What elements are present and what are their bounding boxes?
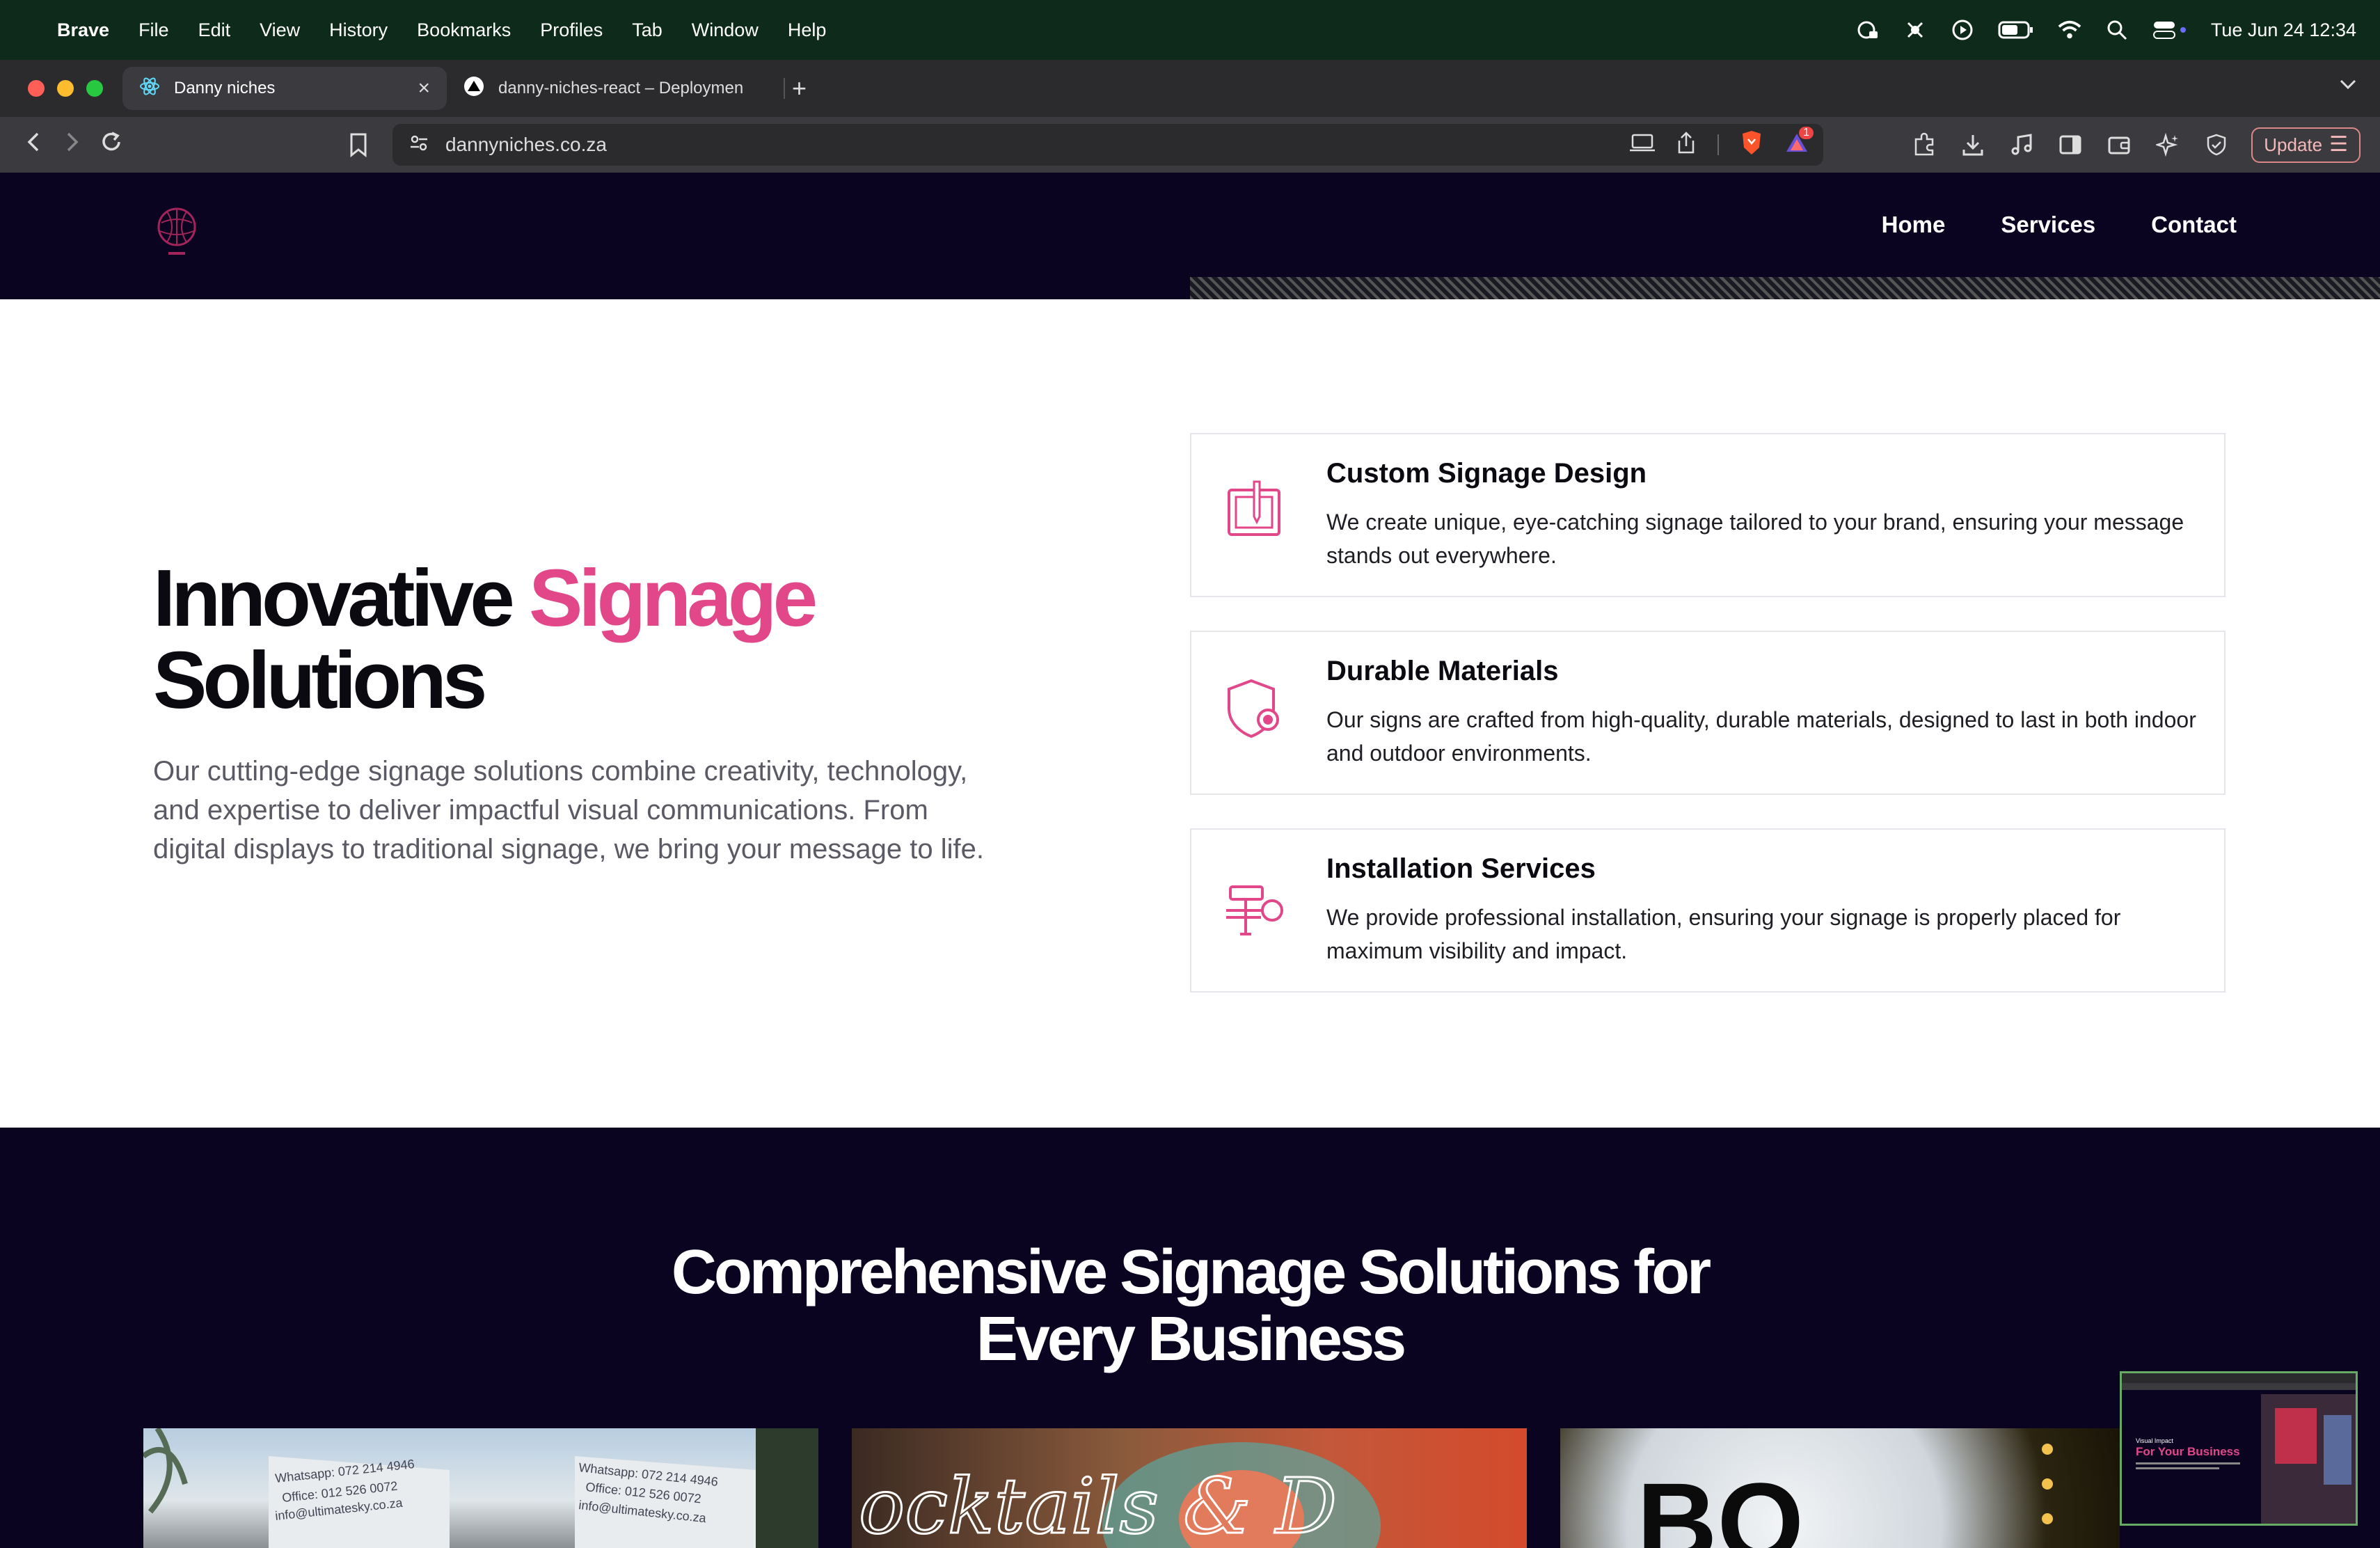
search-icon[interactable]: [2105, 18, 2129, 42]
tab-danny-niches[interactable]: Danny niches ×: [122, 67, 447, 110]
close-window-button[interactable]: [28, 80, 45, 97]
back-icon[interactable]: [14, 132, 53, 159]
brave-rewards-icon[interactable]: 1: [1784, 126, 1814, 159]
card-text: Our signs are crafted from high-quality,…: [1326, 707, 2196, 766]
extensions-icon[interactable]: [1910, 131, 1938, 159]
update-button[interactable]: Update ☰: [2251, 127, 2361, 163]
menu-history[interactable]: History: [329, 19, 388, 41]
wifi-icon[interactable]: [2058, 18, 2081, 42]
menu-icon: ☰: [2329, 133, 2348, 156]
brave-shields-icon[interactable]: [1740, 129, 1763, 161]
react-icon: [139, 76, 160, 102]
nav-home[interactable]: Home: [1882, 212, 1946, 238]
wallet-icon[interactable]: [2105, 131, 2133, 159]
tab-title: danny-niches-react – Deploymen: [498, 79, 744, 97]
vpn-icon[interactable]: [1856, 18, 1880, 42]
tools-icon: [1219, 871, 1289, 941]
update-label: Update: [2264, 134, 2323, 155]
browser-tab-bar: Danny niches × danny-niches-react – Depl…: [0, 60, 2380, 117]
menu-profiles[interactable]: Profiles: [540, 19, 603, 41]
shield-icon: [1219, 674, 1289, 743]
menu-edit[interactable]: Edit: [198, 19, 231, 41]
pip-small-label: Visual Impact: [2136, 1437, 2173, 1444]
menu-file[interactable]: File: [138, 19, 169, 41]
mac-menu-bar: Brave File Edit View History Bookmarks P…: [0, 0, 2380, 60]
headline-accent: Signage: [528, 553, 818, 643]
danny-niches-logo[interactable]: [142, 191, 212, 260]
menu-help[interactable]: Help: [788, 19, 827, 41]
card-title: Durable Materials: [1326, 656, 1559, 686]
card-title: Custom Signage Design: [1326, 458, 1647, 489]
nav-services[interactable]: Services: [2001, 212, 2095, 238]
share-icon[interactable]: [1676, 131, 1697, 159]
maximize-window-button[interactable]: [86, 80, 103, 97]
vercel-icon: [463, 76, 484, 102]
tab-vercel-deployment[interactable]: danny-niches-react – Deploymen: [447, 67, 781, 110]
headline-part-2: Solutions: [153, 635, 487, 725]
menu-view[interactable]: View: [260, 19, 300, 41]
solutions-section: Comprehensive Signage Solutions for Ever…: [0, 1128, 2380, 1548]
focus-icon[interactable]: [1903, 18, 1927, 42]
tab-divider: [784, 78, 785, 99]
card-text: We create unique, eye-catching signage t…: [1326, 510, 2184, 568]
tab-title: Danny niches: [174, 79, 276, 97]
design-icon: [1219, 476, 1289, 546]
gallery-image-lightbox[interactable]: BO: [1560, 1428, 2120, 1548]
pip-label: For Your Business: [2136, 1445, 2240, 1458]
sidebar-icon[interactable]: [2056, 131, 2084, 159]
menu-clock[interactable]: Tue Jun 24 12:34: [2211, 19, 2356, 41]
site-settings-icon[interactable]: [409, 133, 429, 157]
section-title: Comprehensive Signage Solutions for Ever…: [0, 1239, 2380, 1373]
vpn-shield-icon[interactable]: [2203, 131, 2230, 159]
menu-bookmarks[interactable]: Bookmarks: [417, 19, 511, 41]
headline-part-1: Innovative: [153, 553, 529, 643]
reload-icon[interactable]: [92, 130, 131, 160]
close-tab-icon[interactable]: ×: [418, 77, 430, 100]
new-tab-icon[interactable]: +: [792, 74, 807, 103]
media-icon[interactable]: [2008, 131, 2036, 159]
leo-ai-icon[interactable]: [2154, 131, 2182, 159]
bold-sign-text: BO: [1637, 1460, 1804, 1548]
neon-text: ocktails & D: [859, 1462, 1337, 1548]
feature-card-installation: Installation Services We provide profess…: [1190, 828, 2226, 993]
download-icon[interactable]: [1959, 131, 1987, 159]
feature-card-materials: Durable Materials Our signs are crafted …: [1190, 631, 2226, 795]
browser-toolbar: dannyniches.co.za 1 Update ☰: [0, 117, 2380, 173]
hero-section: Innovative Signage Solutions Our cutting…: [0, 299, 2380, 1128]
menu-app-name[interactable]: Brave: [57, 19, 109, 41]
hero-headline: Innovative Signage Solutions: [153, 557, 1058, 721]
forward-icon[interactable]: [53, 132, 92, 159]
minimize-window-button[interactable]: [57, 80, 74, 97]
menu-window[interactable]: Window: [692, 19, 759, 41]
card-title: Installation Services: [1326, 853, 1596, 884]
gallery-image-neon[interactable]: ocktails & D: [852, 1428, 1527, 1548]
hero-background-image: [1190, 277, 2380, 299]
url-divider: [1717, 134, 1719, 155]
card-text: We provide professional installation, en…: [1326, 905, 2121, 963]
site-header: Home Services Contact: [0, 173, 2380, 299]
site-nav: Home Services Contact: [1882, 212, 2237, 238]
rewards-badge: 1: [1799, 126, 1814, 139]
address-bar[interactable]: dannyniches.co.za 1: [392, 124, 1823, 166]
chevron-down-icon[interactable]: [2338, 74, 2358, 96]
menu-tab[interactable]: Tab: [632, 19, 663, 41]
screen-recording-thumbnail[interactable]: Visual Impact For Your Business: [2120, 1371, 2358, 1526]
control-center-icon[interactable]: [2152, 18, 2187, 42]
cast-icon[interactable]: [1630, 132, 1655, 158]
section-title-line-2: Every Business: [976, 1304, 1406, 1374]
url-text[interactable]: dannyniches.co.za: [445, 134, 607, 156]
hero-description: Our cutting-edge signage solutions combi…: [153, 756, 984, 864]
play-icon[interactable]: [1951, 18, 1974, 42]
window-controls: [0, 80, 122, 97]
bookmark-icon[interactable]: [348, 132, 369, 161]
battery-icon[interactable]: [1998, 18, 2034, 42]
nav-contact[interactable]: Contact: [2151, 212, 2237, 238]
section-title-line-1: Comprehensive Signage Solutions for: [671, 1238, 1711, 1307]
feature-card-design: Custom Signage Design We create unique, …: [1190, 433, 2226, 597]
gallery-image-storefront[interactable]: Whatsapp: 072 214 4946 Office: 012 526 0…: [143, 1428, 818, 1548]
